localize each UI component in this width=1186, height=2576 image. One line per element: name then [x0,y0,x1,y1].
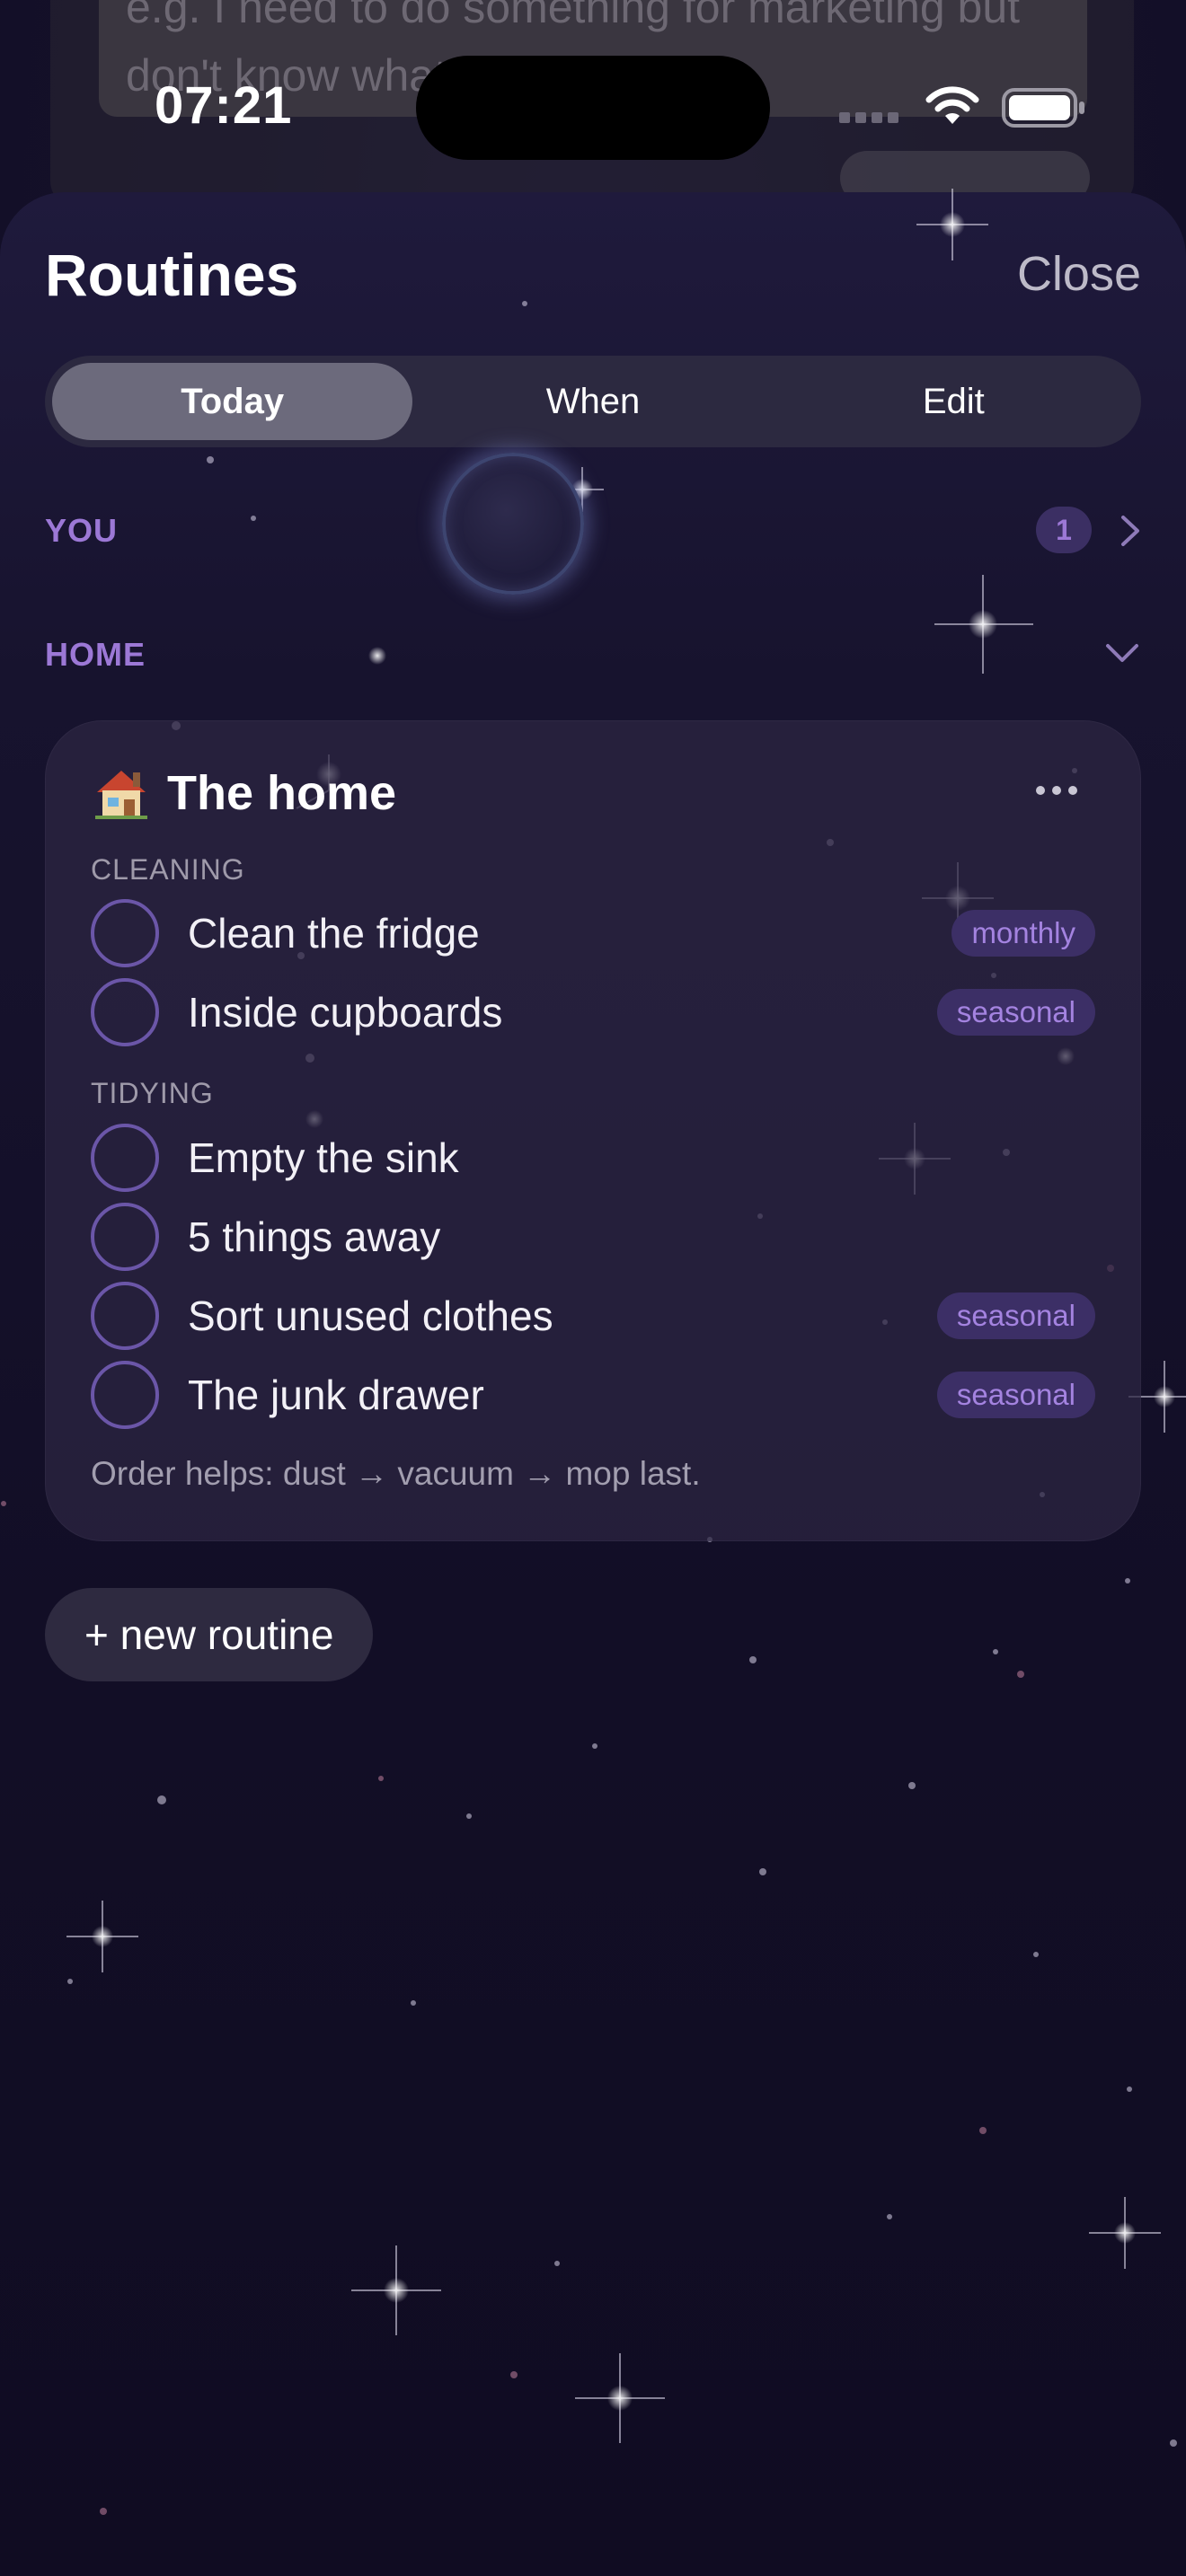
wifi-icon [925,86,979,124]
section-home-label[interactable]: HOME [45,636,146,674]
task-row[interactable]: The junk drawer seasonal [91,1360,1095,1430]
task-row[interactable]: 5 things away [91,1202,1095,1272]
task-checkbox[interactable] [91,1124,159,1192]
close-button[interactable]: Close [1017,246,1141,302]
group-label-cleaning: CLEANING [91,853,245,886]
routine-title-text: The home [167,766,397,820]
task-checkbox[interactable] [91,1282,159,1350]
chevron-right-icon[interactable] [1120,514,1141,548]
task-row[interactable]: Sort unused clothes seasonal [91,1281,1095,1351]
signal-bars-icon [839,111,904,128]
routine-title: The home [92,765,396,821]
battery-full-icon [1002,88,1084,128]
you-count-badge: 1 [1036,507,1092,553]
chevron-down-icon[interactable] [1104,641,1140,665]
section-you-label[interactable]: YOU [45,512,118,550]
group-label-tidying: TIDYING [91,1077,214,1109]
status-time: 07:21 [155,76,293,135]
frequency-tag: seasonal [936,1292,1095,1339]
tab-edit[interactable]: Edit [774,363,1134,440]
task-label: Inside cupboards [188,989,503,1036]
routine-note: Order helps: dust → vacuum → mop last. [91,1455,701,1492]
task-label: Clean the fridge [188,910,480,957]
task-label: The junk drawer [188,1372,484,1418]
task-row[interactable]: Clean the fridge monthly [91,898,1095,968]
frequency-tag: seasonal [936,989,1095,1036]
dynamic-island [416,56,770,160]
task-label: Sort unused clothes [188,1292,553,1339]
task-row[interactable]: Inside cupboards seasonal [91,977,1095,1047]
new-routine-button[interactable]: + new routine [45,1588,374,1681]
tab-when[interactable]: When [412,363,773,440]
task-label: Empty the sink [188,1134,459,1181]
task-checkbox[interactable] [91,899,159,967]
task-checkbox[interactable] [91,978,159,1046]
routines-screen: e.g. I need to do something for marketin… [0,0,1186,2576]
page-title: Routines [45,242,299,308]
task-label: 5 things away [188,1213,441,1260]
moon-orb-decoration [442,453,584,595]
frequency-tag: monthly [951,910,1095,957]
ellipsis-icon[interactable] [1033,781,1080,799]
tab-segmented-control: Today When Edit [45,356,1141,447]
house-icon [95,771,147,819]
task-row[interactable]: Empty the sink [91,1123,1095,1193]
tab-today[interactable]: Today [52,363,413,440]
task-checkbox[interactable] [91,1361,159,1429]
task-checkbox[interactable] [91,1203,159,1271]
frequency-tag: seasonal [936,1372,1095,1418]
